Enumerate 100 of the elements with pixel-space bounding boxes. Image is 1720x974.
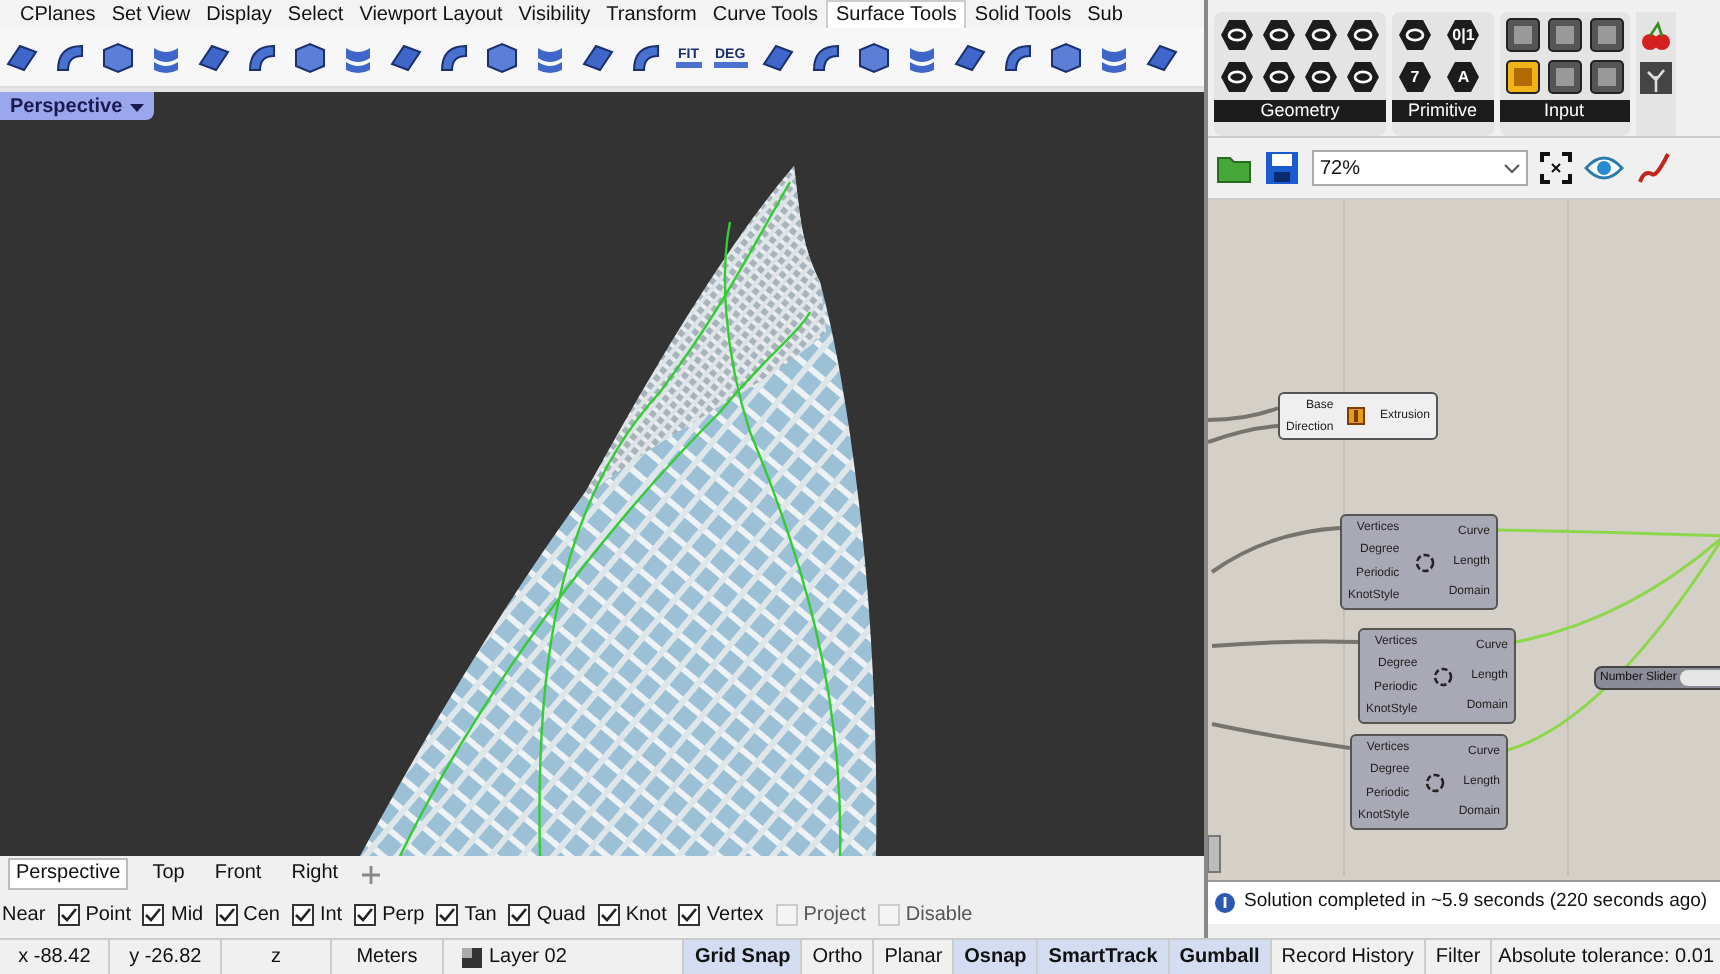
surface-icon[interactable] [1047, 39, 1084, 75]
extrusion-icon [1346, 406, 1367, 426]
osnap-checkbox[interactable] [678, 904, 701, 926]
surface-icon[interactable] [580, 39, 616, 75]
osnap-label: Tan [464, 902, 497, 930]
wire [1208, 424, 1279, 444]
input-widget-icon[interactable] [1547, 18, 1582, 52]
hexagon-glyph-icon[interactable]: A [1446, 60, 1481, 94]
osnap-checkbox[interactable] [354, 904, 377, 926]
surface-icon[interactable] [100, 39, 136, 75]
hexagon-icon[interactable] [1398, 18, 1432, 52]
surface-icon[interactable] [1143, 39, 1180, 75]
osnap-label: Knot [625, 902, 667, 930]
surface-icon[interactable] [807, 39, 844, 75]
panel-label[interactable]: Geometry [1214, 100, 1386, 122]
osnap-label: Quad [536, 902, 586, 930]
surface-icon[interactable] [52, 39, 88, 75]
surface-icon[interactable] [999, 39, 1036, 75]
viewport-tab[interactable]: Perspective [8, 858, 129, 890]
osnap-checkbox[interactable] [291, 904, 314, 926]
ribbon-tab[interactable]: Set View [103, 2, 199, 28]
surface-icon[interactable] [628, 39, 664, 75]
ribbon-tab[interactable]: Curve Tools [704, 2, 826, 28]
status-field: z [221, 940, 333, 974]
surface-icon[interactable] [292, 39, 328, 75]
viewport-tab[interactable]: Right [285, 860, 345, 888]
osnap-checkbox[interactable] [57, 904, 80, 926]
status-toggle[interactable]: Osnap [954, 940, 1039, 974]
ribbon-tab[interactable]: CPlanes [12, 2, 104, 28]
viewport-tab[interactable]: Front [208, 860, 268, 888]
input-widget-icon[interactable] [1547, 60, 1582, 94]
wire [1211, 722, 1351, 750]
panel-label[interactable]: Primitive [1392, 100, 1494, 122]
hexagon-icon[interactable] [1346, 60, 1380, 94]
status-field: x -88.42 [0, 940, 111, 974]
hexagon-icon[interactable] [1346, 18, 1380, 52]
eye-icon[interactable] [1584, 154, 1624, 182]
surface-icon[interactable] [244, 39, 280, 75]
zoom-extents-icon[interactable] [1540, 152, 1572, 184]
osnap-label: Int [319, 902, 343, 930]
osnap-checkbox[interactable] [215, 904, 238, 926]
viewport-title[interactable]: Perspective [0, 92, 155, 120]
save-icon[interactable] [1264, 150, 1300, 186]
status-info-icon [1214, 892, 1236, 914]
surface-icon[interactable] [4, 39, 40, 75]
surface-icon[interactable] [484, 39, 520, 75]
zoom-dropdown[interactable]: 72% [1312, 150, 1528, 186]
hexagon-icon[interactable] [1262, 60, 1296, 94]
input-widget-icon[interactable] [1505, 18, 1540, 52]
ribbon-tab[interactable]: Sub [1079, 2, 1131, 28]
hexagon-icon[interactable] [1262, 18, 1296, 52]
status-toggle[interactable]: Filter [1425, 940, 1493, 974]
chevron-down-icon [1504, 163, 1520, 173]
hexagon-icon[interactable] [1304, 18, 1338, 52]
viewport-tab[interactable]: Top [146, 860, 191, 888]
ribbon-tab[interactable]: Visibility [510, 2, 599, 28]
add-tab-icon[interactable] [362, 865, 381, 883]
ribbon-tab[interactable]: Display [198, 2, 280, 28]
curve-loop-icon [1413, 551, 1435, 573]
hexagon-glyph-icon[interactable]: 0|1 [1446, 18, 1481, 52]
osnap-label: Mid [170, 902, 204, 930]
surface-icon[interactable] [436, 39, 472, 75]
status-toggle[interactable]: SmartTrack [1038, 940, 1170, 974]
ribbon-tab[interactable]: Solid Tools [966, 2, 1080, 28]
panel-label[interactable]: Input [1499, 100, 1630, 122]
status-toggle[interactable]: Ortho [802, 940, 875, 974]
surface-icon[interactable] [388, 39, 424, 75]
osnap-checkbox[interactable] [436, 904, 459, 926]
pen-sketch-icon[interactable] [1636, 150, 1672, 186]
osnap-label: Perp [382, 902, 425, 930]
osnap-checkbox[interactable] [508, 904, 531, 926]
status-field: Meters [332, 940, 444, 974]
surface-icon[interactable] [855, 39, 892, 75]
hexagon-icon[interactable] [1304, 60, 1338, 94]
ribbon-tab[interactable]: Select [279, 2, 352, 28]
status-toggle[interactable]: Record History [1271, 940, 1426, 974]
ribbon-tab[interactable]: Viewport Layout [351, 2, 511, 28]
hexagon-icon[interactable] [1220, 60, 1254, 94]
hexagon-glyph-icon[interactable]: 7 [1398, 60, 1432, 94]
ribbon-tab[interactable]: Transform [598, 2, 705, 28]
surface-icon[interactable] [759, 39, 796, 75]
hexagon-icon[interactable] [1220, 18, 1254, 52]
scroll-thumb[interactable] [1208, 835, 1221, 873]
tree-icon[interactable] [1639, 62, 1672, 94]
input-widget-icon[interactable] [1505, 60, 1540, 94]
dropdown-caret-icon[interactable] [130, 99, 145, 113]
osnap-label: Vertex [706, 902, 764, 930]
osnap-checkbox[interactable] [142, 904, 165, 926]
viewport[interactable]: Perspective [0, 92, 1204, 856]
input-widget-icon[interactable] [1589, 60, 1624, 94]
surface-icon[interactable] [196, 39, 232, 75]
osnap-label: Near [0, 902, 46, 930]
input-widget-icon[interactable] [1589, 18, 1624, 52]
status-toggle[interactable]: Gumball [1169, 940, 1272, 974]
status-toggle[interactable]: Grid Snap [684, 940, 803, 974]
osnap-checkbox[interactable] [597, 904, 620, 926]
cherry-icon[interactable] [1639, 20, 1672, 52]
canvas[interactable] [1208, 200, 1720, 880]
surface-icon[interactable] [951, 39, 988, 75]
ribbon-tab[interactable]: Surface Tools [826, 0, 967, 28]
